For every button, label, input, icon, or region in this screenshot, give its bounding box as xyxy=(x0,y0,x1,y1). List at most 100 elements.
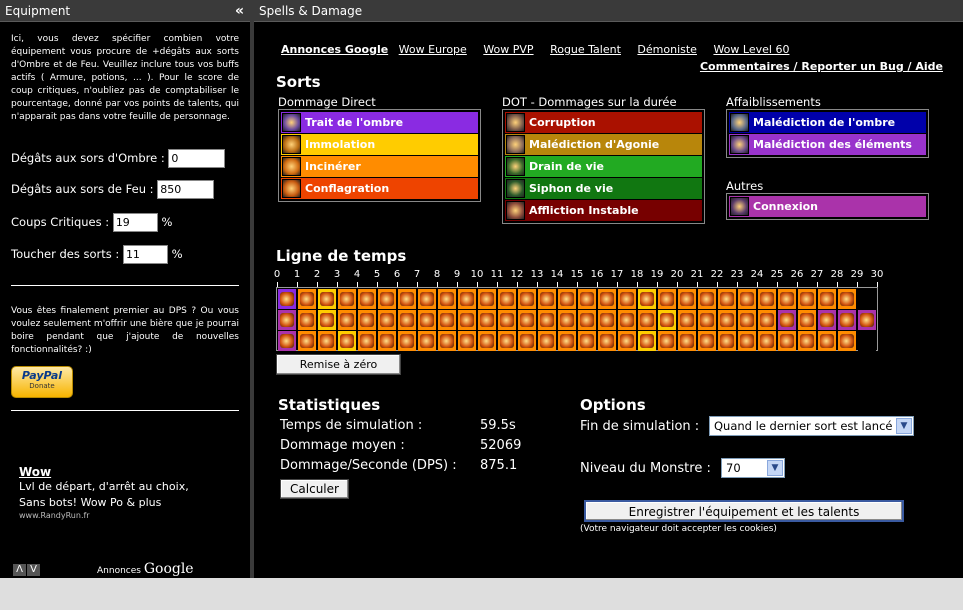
spell-incinerate[interactable]: Incinérer xyxy=(281,156,478,177)
timeline-spell-block[interactable] xyxy=(378,331,396,351)
fire-damage-input[interactable] xyxy=(157,180,215,199)
timeline-spell-block[interactable] xyxy=(378,310,396,330)
timeline-spell-block[interactable] xyxy=(518,289,536,309)
collapse-icon[interactable]: « xyxy=(235,0,244,22)
spell-curse-shadow[interactable]: Malédiction de l'ombre xyxy=(729,112,926,133)
link-demoniste[interactable]: Démoniste xyxy=(637,43,697,56)
timeline-spell-block[interactable] xyxy=(618,289,636,309)
timeline-spell-block[interactable] xyxy=(338,331,356,351)
timeline-spell-block[interactable] xyxy=(278,310,296,330)
timeline-spell-block[interactable] xyxy=(298,289,316,309)
timeline-spell-block[interactable] xyxy=(658,289,676,309)
timeline-spell-block[interactable] xyxy=(418,310,436,330)
timeline-spell-block[interactable] xyxy=(818,289,836,309)
timeline-spell-block[interactable] xyxy=(758,310,776,330)
spell-shadow-bolt[interactable]: Trait de l'ombre xyxy=(281,112,478,133)
link-wow-pvp[interactable]: Wow PVP xyxy=(483,43,533,56)
timeline-spell-block[interactable] xyxy=(698,289,716,309)
timeline-spell-block[interactable] xyxy=(858,289,876,309)
spell-unstable-affliction[interactable]: Affliction Instable xyxy=(505,200,702,221)
timeline-spell-block[interactable] xyxy=(778,289,796,309)
timeline-spell-block[interactable] xyxy=(738,310,756,330)
timeline-spell-block[interactable] xyxy=(318,331,336,351)
timeline-spell-block[interactable] xyxy=(398,331,416,351)
timeline-spell-block[interactable] xyxy=(618,331,636,351)
hit-input[interactable] xyxy=(122,245,168,264)
spell-curse-elements[interactable]: Malédiction des éléments xyxy=(729,134,926,155)
timeline-spell-block[interactable] xyxy=(718,310,736,330)
timeline-spell-block[interactable] xyxy=(318,310,336,330)
timeline-spell-block[interactable] xyxy=(538,331,556,351)
timeline-spell-block[interactable] xyxy=(578,310,596,330)
timeline-spell-block[interactable] xyxy=(838,331,856,351)
timeline-spell-block[interactable] xyxy=(618,310,636,330)
timeline-spell-block[interactable] xyxy=(638,331,656,351)
timeline-spell-block[interactable] xyxy=(658,310,676,330)
timeline-spell-block[interactable] xyxy=(718,289,736,309)
sim-end-select[interactable]: Quand le dernier sort est lancé ▼ xyxy=(709,416,914,436)
timeline-spell-block[interactable] xyxy=(558,331,576,351)
timeline-spell-block[interactable] xyxy=(778,331,796,351)
timeline-spell-block[interactable] xyxy=(458,289,476,309)
timeline-spell-block[interactable] xyxy=(818,331,836,351)
timeline-spell-block[interactable] xyxy=(638,289,656,309)
timeline-spell-block[interactable] xyxy=(438,289,456,309)
timeline[interactable] xyxy=(276,287,878,351)
save-equipment-button[interactable]: Enregistrer l'équipement et les talents xyxy=(584,500,904,522)
timeline-spell-block[interactable] xyxy=(758,289,776,309)
timeline-spell-block[interactable] xyxy=(678,331,696,351)
timeline-spell-block[interactable] xyxy=(598,331,616,351)
timeline-spell-block[interactable] xyxy=(718,331,736,351)
monster-level-select[interactable]: 70 ▼ xyxy=(721,458,785,478)
timeline-spell-block[interactable] xyxy=(438,310,456,330)
timeline-spell-block[interactable] xyxy=(678,289,696,309)
timeline-spell-block[interactable] xyxy=(598,310,616,330)
feedback-link[interactable]: Commentaires / Reporter un Bug / Aide xyxy=(700,60,943,73)
timeline-spell-block[interactable] xyxy=(318,289,336,309)
timeline-spell-block[interactable] xyxy=(778,310,796,330)
timeline-spell-block[interactable] xyxy=(818,310,836,330)
spell-agony[interactable]: Malédiction d'Agonie xyxy=(505,134,702,155)
timeline-spell-block[interactable] xyxy=(698,331,716,351)
timeline-spell-block[interactable] xyxy=(538,289,556,309)
timeline-spell-block[interactable] xyxy=(358,289,376,309)
ad-title[interactable]: Wow xyxy=(19,465,244,479)
timeline-spell-block[interactable] xyxy=(678,310,696,330)
timeline-spell-block[interactable] xyxy=(698,310,716,330)
timeline-spell-block[interactable] xyxy=(358,331,376,351)
timeline-spell-block[interactable] xyxy=(798,331,816,351)
timeline-spell-block[interactable] xyxy=(478,331,496,351)
ad-prev-icon[interactable]: Λ xyxy=(13,564,26,576)
timeline-spell-block[interactable] xyxy=(438,331,456,351)
ad-links-lead[interactable]: Annonces Google xyxy=(281,43,388,56)
timeline-spell-block[interactable] xyxy=(838,310,856,330)
timeline-spell-block[interactable] xyxy=(758,331,776,351)
reset-button[interactable]: Remise à zéro xyxy=(276,354,401,375)
spell-siphon-life[interactable]: Siphon de vie xyxy=(505,178,702,199)
timeline-spell-block[interactable] xyxy=(298,331,316,351)
timeline-spell-block[interactable] xyxy=(418,289,436,309)
link-rogue-talent[interactable]: Rogue Talent xyxy=(550,43,621,56)
timeline-spell-block[interactable] xyxy=(738,289,756,309)
spell-corruption[interactable]: Corruption xyxy=(505,112,702,133)
timeline-spell-block[interactable] xyxy=(858,331,876,351)
timeline-spell-block[interactable] xyxy=(558,289,576,309)
timeline-spell-block[interactable] xyxy=(478,289,496,309)
timeline-spell-block[interactable] xyxy=(558,310,576,330)
timeline-spell-block[interactable] xyxy=(598,289,616,309)
crit-input[interactable] xyxy=(112,213,158,232)
timeline-spell-block[interactable] xyxy=(298,310,316,330)
ads-by-google[interactable]: Annonces Google xyxy=(97,561,194,577)
timeline-spell-block[interactable] xyxy=(518,310,536,330)
timeline-spell-block[interactable] xyxy=(418,331,436,351)
timeline-spell-block[interactable] xyxy=(458,331,476,351)
spell-conflagrate[interactable]: Conflagration xyxy=(281,178,478,199)
chevron-down-icon[interactable]: ▼ xyxy=(767,460,783,476)
timeline-spell-block[interactable] xyxy=(478,310,496,330)
link-wow-level-60[interactable]: Wow Level 60 xyxy=(713,43,789,56)
timeline-spell-block[interactable] xyxy=(578,289,596,309)
timeline-spell-block[interactable] xyxy=(398,310,416,330)
timeline-spell-block[interactable] xyxy=(838,289,856,309)
timeline-spell-block[interactable] xyxy=(278,289,296,309)
shadow-damage-input[interactable] xyxy=(168,149,226,168)
